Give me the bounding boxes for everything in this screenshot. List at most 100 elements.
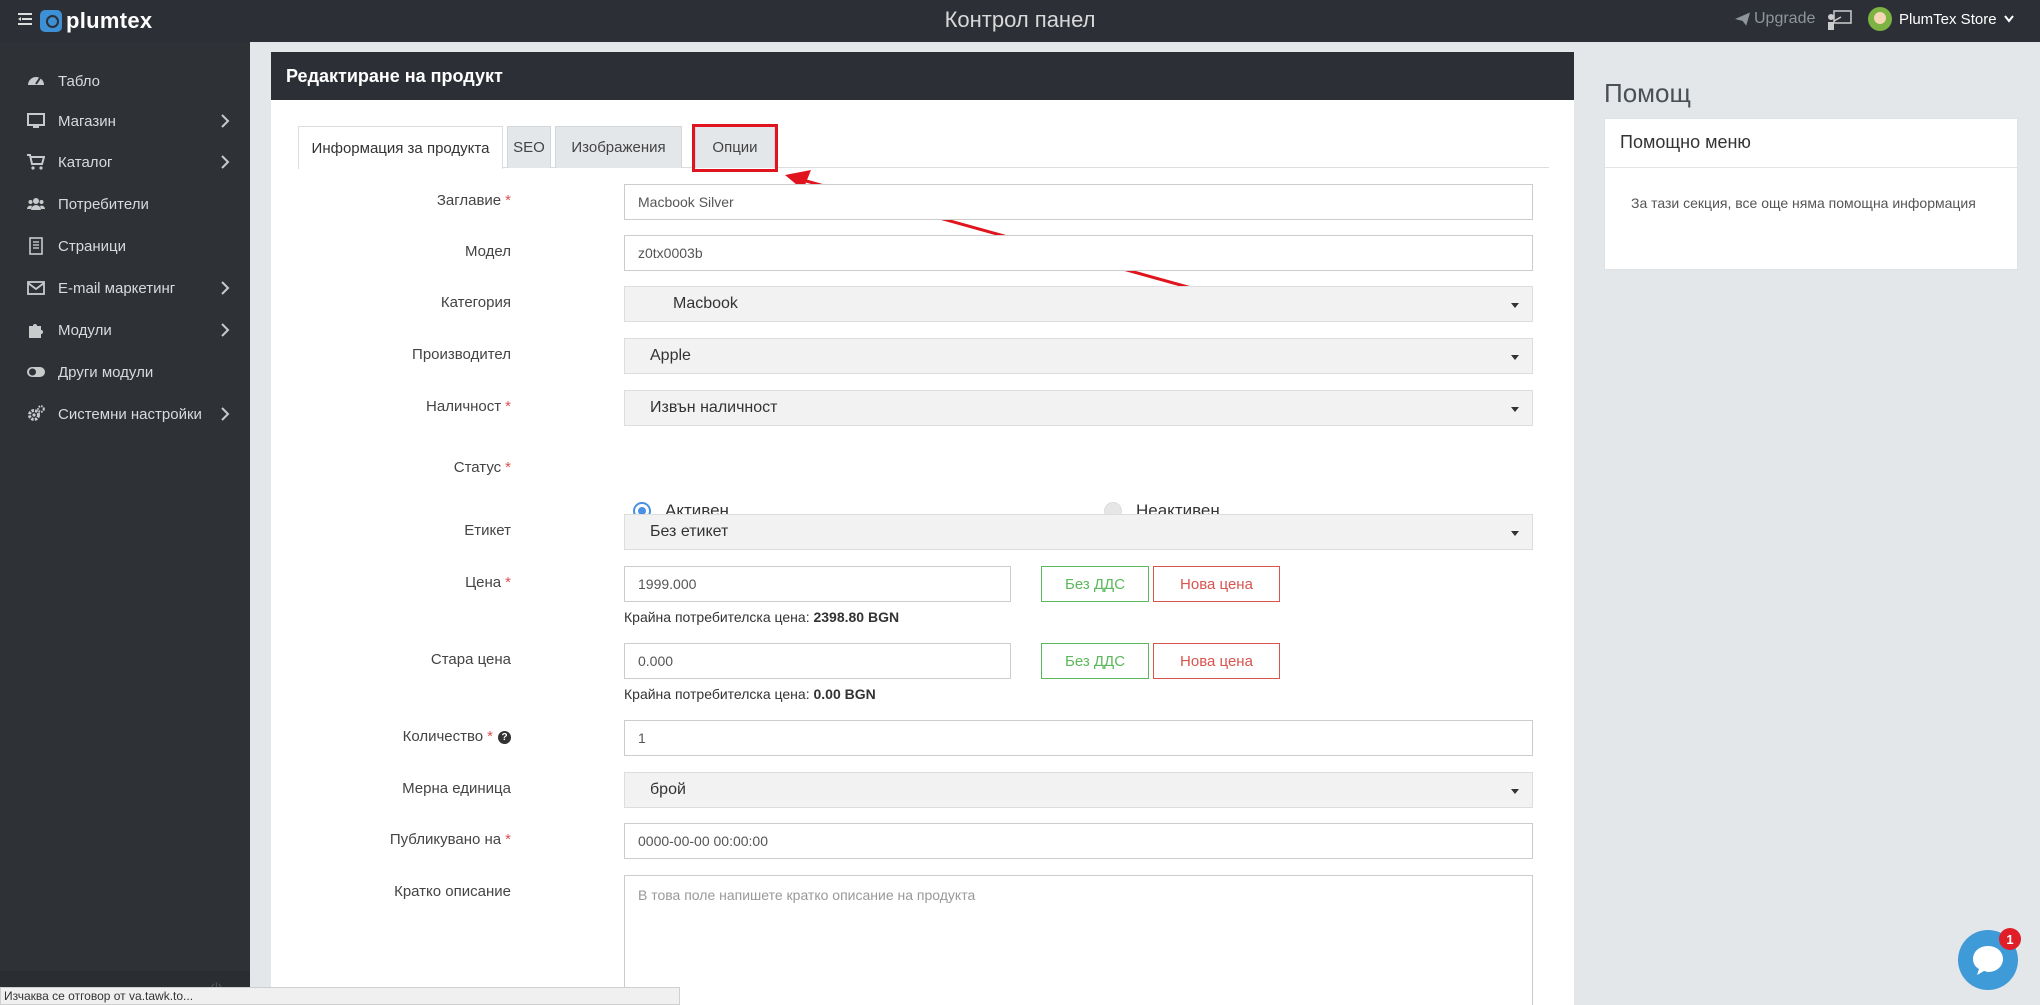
caret-down-icon <box>1511 407 1519 412</box>
sidebar-item-label: Системни настройки <box>58 405 202 423</box>
sidebar-item-label: Потребители <box>58 195 149 213</box>
availability-value: Извън наличност <box>650 399 778 416</box>
help-card-body: За тази секция, все още няма помощна инф… <box>1631 195 1976 211</box>
chevron-down-icon <box>2003 15 2014 23</box>
tab-seo[interactable]: SEO <box>507 126 551 168</box>
title-input[interactable]: Macbook Silver <box>624 184 1533 220</box>
sidebar-item-users[interactable]: Потребители <box>0 184 250 224</box>
page-heading: Контрол панел <box>944 7 1096 32</box>
sidebar-item-label: Страници <box>58 237 127 255</box>
sidebar-item-email-marketing[interactable]: E-mail маркетинг <box>0 268 250 308</box>
logo-icon <box>40 10 62 32</box>
manufacturer-select[interactable]: Apple <box>624 338 1533 374</box>
chevron-right-icon <box>221 323 230 337</box>
sidebar-item-label: E-mail маркетинг <box>58 279 176 297</box>
monitor-icon <box>26 111 46 131</box>
sidebar-item-system-settings[interactable]: Системни настройки <box>0 394 250 434</box>
envelope-icon <box>26 278 46 298</box>
paper-plane-icon <box>1735 12 1750 26</box>
puzzle-icon <box>26 320 46 340</box>
avatar <box>1868 7 1892 31</box>
model-input[interactable]: z0tx0003b <box>624 235 1533 271</box>
category-select[interactable]: Macbook <box>624 286 1533 322</box>
caret-down-icon <box>1511 789 1519 794</box>
model-label: Модел <box>464 243 511 260</box>
users-icon <box>26 194 46 214</box>
sidebar-item-store[interactable]: Магазин <box>0 101 250 141</box>
manufacturer-label: Производител <box>412 346 511 363</box>
sidebar-item-other-modules[interactable]: Други модули <box>0 352 250 392</box>
upgrade-link[interactable]: Upgrade <box>1735 10 1815 28</box>
upgrade-label: Upgrade <box>1754 10 1816 27</box>
title-label: Заглавие * <box>436 192 511 209</box>
quantity-input[interactable]: 1 <box>624 720 1533 756</box>
short-description-label: Кратко описание <box>394 883 511 900</box>
availability-label: Наличност * <box>426 398 511 415</box>
price-label: Цена * <box>465 574 511 591</box>
document-icon <box>26 236 46 256</box>
logo[interactable]: plumtex <box>40 8 152 34</box>
chat-bubble-icon <box>1973 946 2003 975</box>
published-input[interactable]: 0000-00-00 00:00:00 <box>624 823 1533 859</box>
price-final-hint: Крайна потребителска цена: 2398.80 BGN <box>624 609 900 625</box>
manufacturer-value: Apple <box>650 347 691 364</box>
presentation-icon[interactable] <box>1826 9 1852 31</box>
unit-label: Мерна единица <box>402 780 511 797</box>
tab-images[interactable]: Изображения <box>555 126 682 168</box>
sidebar-item-pages[interactable]: Страници <box>0 226 250 266</box>
price-new-price-button[interactable]: Нова цена <box>1153 566 1280 602</box>
help-title: Помощ <box>1604 78 1691 108</box>
short-description-textarea[interactable]: В това поле напишете кратко описание на … <box>624 875 1533 1005</box>
chat-unread-badge: 1 <box>1999 928 2021 950</box>
caret-down-icon <box>1511 303 1519 308</box>
sidebar-item-dashboard[interactable]: Табло <box>0 61 250 101</box>
old-price-input[interactable]: 0.000 <box>624 643 1011 679</box>
category-value: Macbook <box>673 295 738 312</box>
sidebar-item-modules[interactable]: Модули <box>0 310 250 350</box>
sidebar-item-label: Други модули <box>58 363 154 381</box>
browser-status-bar: Изчаква се отговор от va.tawk.to... <box>0 987 680 1005</box>
unit-value: брой <box>650 781 686 798</box>
tab-bar: Информация за продукта SEO Изображения О… <box>298 126 1549 169</box>
tag-label: Етикет <box>464 522 511 539</box>
sidebar-item-catalog[interactable]: Каталог <box>0 142 250 182</box>
category-label: Категория <box>440 294 511 311</box>
cart-icon <box>26 152 46 172</box>
tab-product-info[interactable]: Информация за продукта <box>298 126 503 169</box>
old-price-without-vat-button[interactable]: Без ДДС <box>1041 643 1149 679</box>
status-label: Статус * <box>453 459 511 476</box>
old-price-label: Стара цена <box>430 651 511 668</box>
edit-product-card: Редактиране на продукт Информация за про… <box>271 52 1574 1005</box>
quantity-label: Количество *? <box>403 728 511 745</box>
toggle-icon <box>26 362 46 382</box>
price-without-vat-button[interactable]: Без ДДС <box>1041 566 1149 602</box>
unit-select[interactable]: брой <box>624 772 1533 808</box>
old-price-new-price-button[interactable]: Нова цена <box>1153 643 1280 679</box>
sidebar: Табло Магазин Каталог Потребители Страни… <box>0 42 250 1005</box>
chevron-right-icon <box>221 281 230 295</box>
sidebar-item-label: Модули <box>58 321 112 339</box>
logo-text: plumtex <box>66 8 153 33</box>
store-name: PlumTex Store <box>1899 10 1997 28</box>
menu-toggle-icon[interactable] <box>18 11 34 29</box>
tag-value: Без етикет <box>650 523 729 540</box>
tag-select[interactable]: Без етикет <box>624 514 1533 550</box>
dashboard-icon <box>26 71 46 91</box>
tab-options[interactable]: Опции <box>695 126 775 168</box>
chevron-right-icon <box>221 407 230 421</box>
sidebar-item-label: Табло <box>58 72 101 90</box>
chevron-right-icon <box>221 114 230 128</box>
top-bar: plumtex Контрол панел Upgrade PlumTex St… <box>0 0 2040 42</box>
caret-down-icon <box>1511 355 1519 360</box>
sidebar-item-label: Магазин <box>58 112 116 130</box>
sidebar-item-label: Каталог <box>58 153 113 171</box>
published-label: Публикувано на * <box>389 831 511 848</box>
old-price-final-hint: Крайна потребителска цена: 0.00 BGN <box>624 686 876 702</box>
price-input[interactable]: 1999.000 <box>624 566 1011 602</box>
chevron-right-icon <box>221 155 230 169</box>
question-circle-icon[interactable]: ? <box>498 731 511 744</box>
store-menu[interactable]: PlumTex Store <box>1868 7 2014 31</box>
availability-select[interactable]: Извън наличност <box>624 390 1533 426</box>
cogs-icon <box>26 404 46 424</box>
card-title: Редактиране на продукт <box>271 52 1574 100</box>
